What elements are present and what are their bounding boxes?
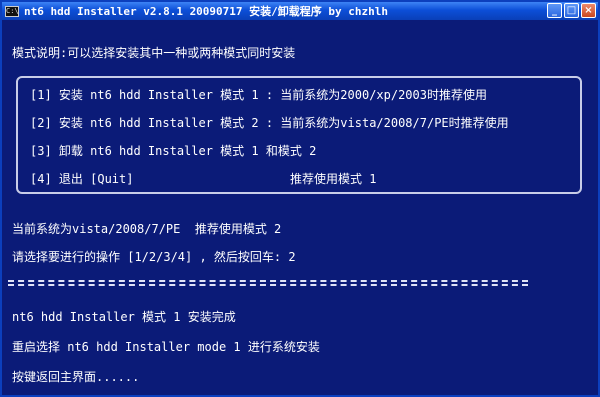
window-title: nt6 hdd Installer v2.8.1 20090717 安装/卸载程… — [24, 5, 389, 18]
current-system-line: 当前系统为vista/2008/7/PE 推荐使用模式 2 — [12, 222, 282, 236]
window-controls: _ □ × — [547, 3, 596, 18]
menu-item-3: [3] 卸载 nt6 hdd Installer 模式 1 和模式 2 — [30, 144, 317, 158]
menu-item-4: [4] 退出 [Quit] — [30, 172, 134, 186]
menu-item-1: [1] 安装 nt6 hdd Installer 模式 1 : 当前系统为200… — [30, 88, 487, 102]
result-line-1: nt6 hdd Installer 模式 1 安装完成 — [12, 310, 236, 324]
console-icon: C:\ — [5, 5, 19, 17]
result-line-3: 按键返回主界面...... — [12, 370, 140, 384]
menu-item-4-note: 推荐使用模式 1 — [290, 172, 377, 186]
menu-item-2: [2] 安装 nt6 hdd Installer 模式 2 : 当前系统为vis… — [30, 116, 509, 130]
menu-box: [1] 安装 nt6 hdd Installer 模式 1 : 当前系统为200… — [16, 76, 582, 194]
result-line-2: 重启选择 nt6 hdd Installer mode 1 进行系统安装 — [12, 340, 320, 354]
operation-prompt[interactable]: 请选择要进行的操作 [1/2/3/4] , 然后按回车: 2 — [12, 250, 296, 264]
maximize-button[interactable]: □ — [564, 3, 579, 18]
mode-description: 模式说明:可以选择安装其中一种或两种模式同时安装 — [12, 46, 296, 60]
title-bar[interactable]: C:\ nt6 hdd Installer v2.8.1 20090717 安装… — [2, 2, 598, 20]
close-button[interactable]: × — [581, 3, 596, 18]
separator-line — [8, 280, 528, 286]
minimize-button[interactable]: _ — [547, 3, 562, 18]
console-window: C:\ nt6 hdd Installer v2.8.1 20090717 安装… — [0, 0, 600, 397]
